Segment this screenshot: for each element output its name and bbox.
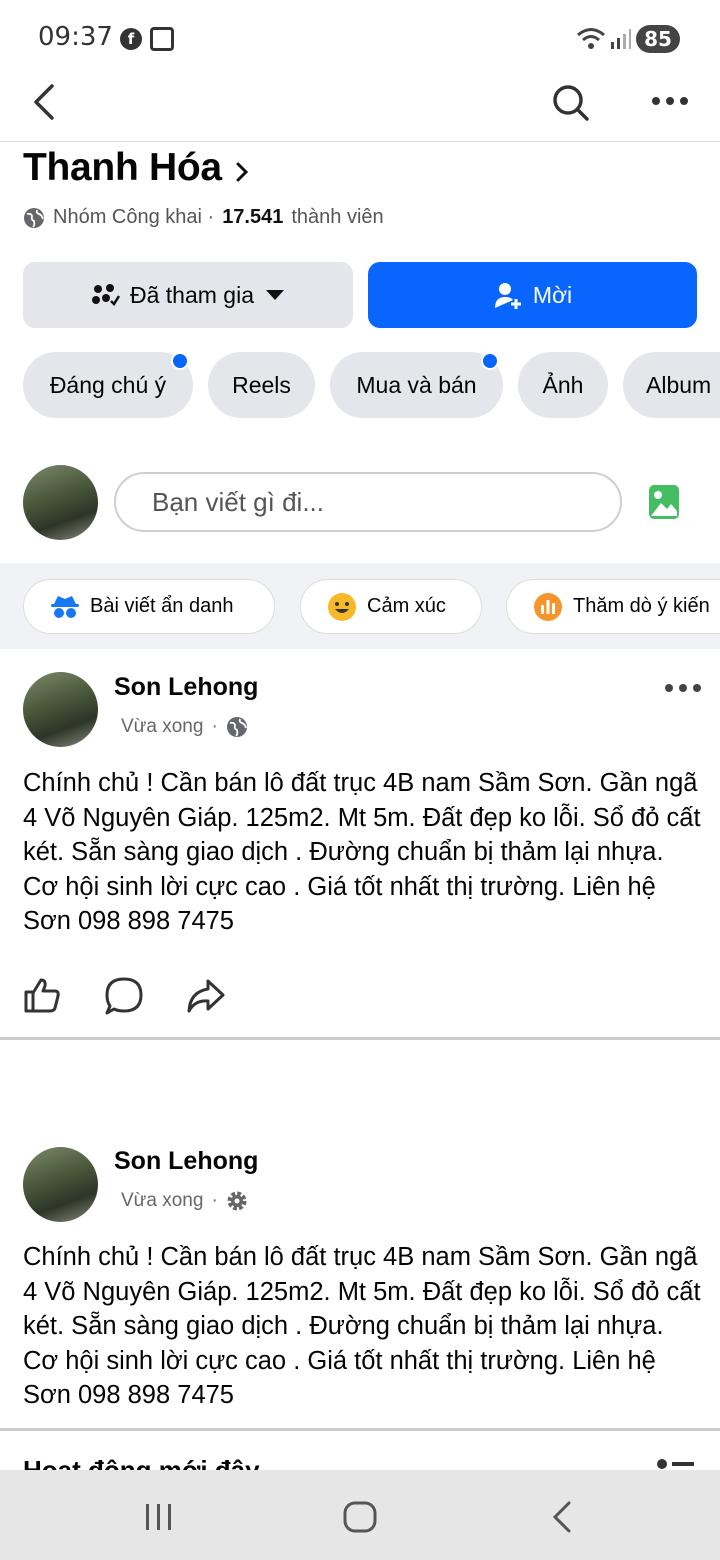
tab-albums[interactable]: Album — [623, 352, 720, 418]
status-time: 09:37 — [38, 22, 113, 52]
comment-icon[interactable] — [104, 976, 144, 1016]
home-icon[interactable] — [343, 1501, 377, 1533]
group-name[interactable]: Thanh Hóa — [23, 146, 222, 190]
post-body: Chính chủ ! Cần bán lô đất trục 4B nam S… — [23, 1243, 701, 1410]
post-options-icon[interactable] — [664, 680, 702, 696]
signal-icon — [611, 29, 631, 49]
feeling-chip[interactable]: Cảm xúc — [300, 579, 482, 634]
invite-button[interactable]: Mời — [368, 262, 697, 328]
more-options-icon[interactable] — [650, 88, 690, 112]
tab-label: Mua và bán — [356, 371, 477, 398]
new-badge — [171, 352, 189, 370]
system-navigation-bar — [0, 1470, 720, 1560]
tab-reels[interactable]: Reels — [208, 352, 315, 418]
new-badge — [481, 352, 499, 370]
invite-label: Mời — [532, 281, 573, 308]
globe-icon — [24, 207, 44, 228]
back-icon[interactable] — [550, 1500, 574, 1534]
composer-input[interactable]: Bạn viết gì đi... — [114, 472, 622, 532]
member-count: 17.541 — [222, 206, 284, 228]
post-divider — [0, 1037, 720, 1040]
facebook-notification-icon: f — [120, 28, 142, 50]
group-members-icon — [91, 284, 120, 306]
recent-apps-icon[interactable] — [144, 1502, 174, 1532]
post-author-name[interactable]: Son Lehong — [114, 673, 258, 702]
post-author-avatar[interactable] — [23, 672, 98, 747]
battery-indicator: 85 — [636, 25, 680, 53]
tab-buy-sell[interactable]: Mua và bán — [330, 352, 503, 418]
chevron-right-icon[interactable] — [232, 158, 252, 186]
post-author-avatar[interactable] — [23, 1147, 98, 1222]
chip-label: Bài viết ẩn danh — [90, 595, 234, 617]
tab-photos[interactable]: Ảnh — [518, 352, 608, 418]
gear-icon — [227, 1191, 247, 1211]
photo-icon[interactable] — [648, 484, 680, 520]
globe-icon — [226, 717, 247, 737]
avatar[interactable] — [23, 465, 98, 540]
post-meta: Vừa xong · — [121, 1190, 248, 1212]
group-privacy: Nhóm Công khai · — [53, 206, 215, 228]
share-icon[interactable] — [186, 978, 226, 1014]
chip-label: Cảm xúc — [367, 595, 446, 617]
post-body: Chính chủ ! Cần bán lô đất trục 4B nam S… — [23, 769, 701, 936]
poll-icon — [534, 592, 562, 621]
chip-label: Thăm dò ý kiến — [573, 595, 710, 617]
recent-activity-section: Hoạt động mới đây — [23, 1455, 720, 1470]
smile-icon — [328, 592, 356, 621]
top-nav-bar — [0, 76, 720, 142]
poll-chip[interactable]: Thăm dò ý kiến — [506, 579, 720, 634]
like-icon[interactable] — [23, 976, 61, 1014]
search-icon[interactable] — [550, 82, 590, 122]
status-bar: 09:37 f 85 — [0, 0, 720, 76]
post-time[interactable]: Vừa xong — [121, 716, 203, 738]
member-label: thành viên — [291, 206, 384, 228]
back-arrow-icon[interactable] — [30, 82, 60, 122]
tab-label: Album — [646, 371, 712, 398]
caret-down-icon — [266, 290, 284, 300]
anonymous-post-chip[interactable]: Bài viết ẩn danh — [23, 579, 275, 634]
joined-label: Đã tham gia — [129, 281, 254, 308]
tab-label: Ảnh — [542, 371, 584, 398]
sort-icon[interactable] — [652, 1458, 694, 1470]
add-person-icon — [494, 283, 521, 309]
group-meta: Nhóm Công khai · 17.541 thành viên — [23, 206, 384, 229]
tab-label: Đáng chú ý — [49, 371, 167, 398]
post-author-name[interactable]: Son Lehong — [114, 1147, 258, 1176]
tab-label: Reels — [232, 371, 291, 398]
section-title: Hoạt động mới đây — [23, 1455, 260, 1470]
incognito-icon — [51, 595, 79, 618]
post-divider — [0, 1428, 720, 1431]
post-time[interactable]: Vừa xong — [121, 1190, 203, 1212]
tab-featured[interactable]: Đáng chú ý — [23, 352, 193, 418]
joined-button[interactable]: Đã tham gia — [23, 262, 353, 328]
post-meta: Vừa xong · — [121, 716, 248, 738]
screenshot-icon — [150, 27, 174, 51]
wifi-icon — [577, 28, 605, 49]
